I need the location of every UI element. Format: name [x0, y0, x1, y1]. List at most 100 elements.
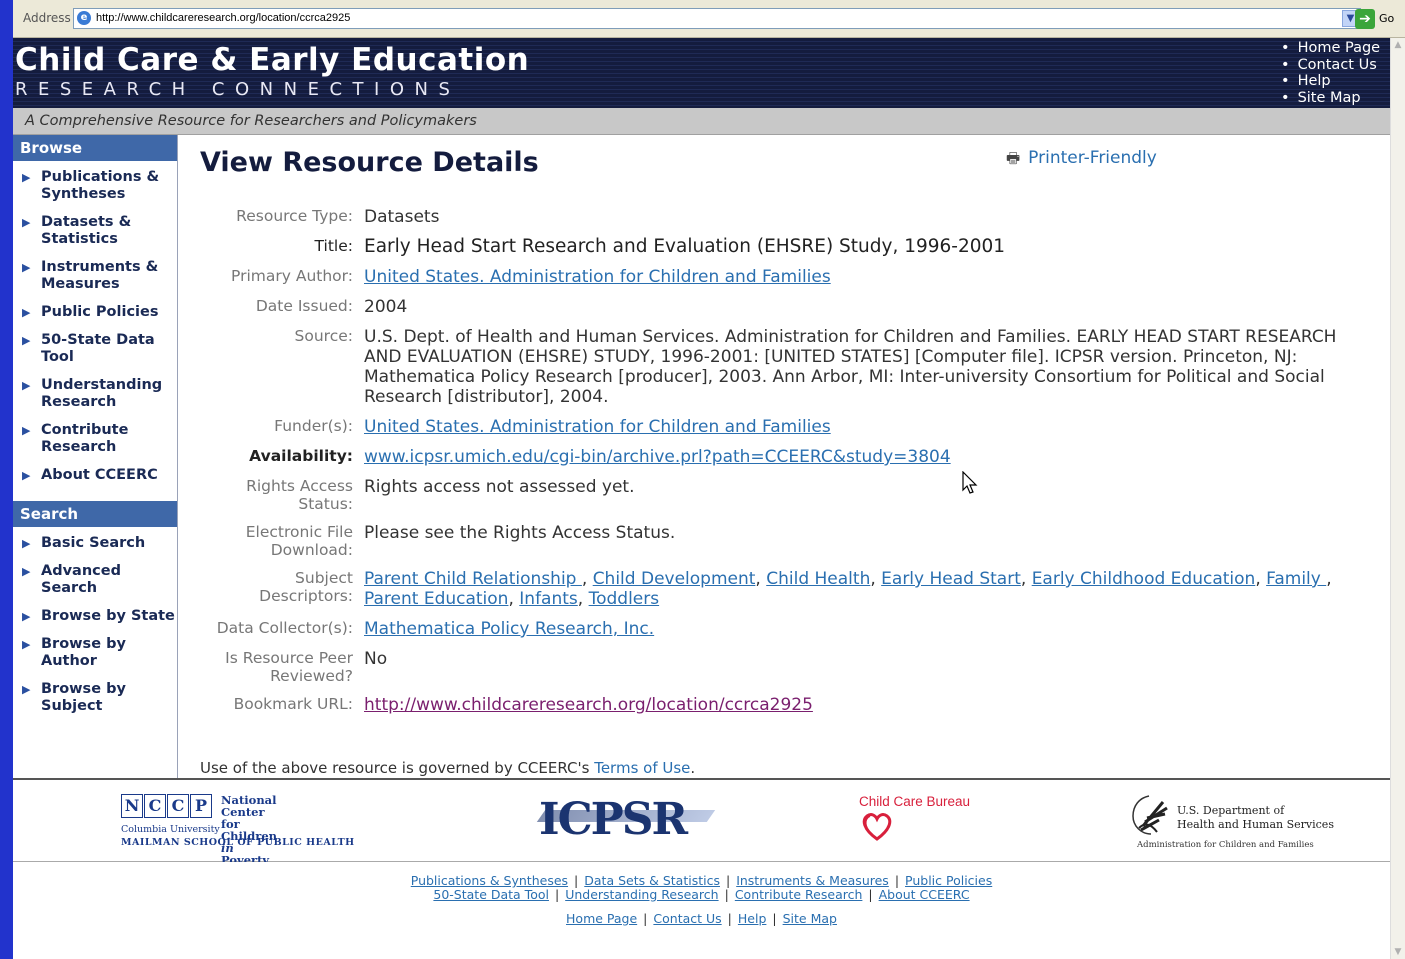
sidebar-item-understanding[interactable]: ▶ Understanding Research — [13, 377, 177, 411]
subject-link[interactable]: Family — [1266, 569, 1326, 589]
footer-link-home[interactable]: Home Page — [566, 911, 637, 926]
subject-link[interactable]: Infants — [519, 589, 578, 609]
top-link-contact[interactable]: Contact Us — [1281, 57, 1380, 74]
address-url: http://www.childcareresearch.org/locatio… — [96, 12, 351, 24]
field-label: Bookmark URL: — [233, 695, 353, 713]
address-input[interactable]: e http://www.childcareresearch.org/locat… — [73, 8, 1361, 29]
field-label: Data Collector(s): — [216, 619, 353, 637]
sidebar-item-browse-state[interactable]: ▶ Browse by State — [13, 608, 177, 625]
sidebar-item-browse-author[interactable]: ▶ Browse by Author — [13, 636, 177, 670]
terms-of-use-link[interactable]: Terms of Use — [594, 759, 690, 777]
browse-heading: Browse — [13, 135, 177, 161]
primary-author-link[interactable]: United States. Administration for Childr… — [364, 267, 831, 287]
top-link-help[interactable]: Help — [1281, 73, 1380, 90]
row-funders: Funder(s): United States. Administration… — [200, 417, 1360, 437]
arrow-right-icon: ▶ — [22, 306, 31, 319]
scroll-up-icon[interactable]: ▲ — [1391, 38, 1405, 52]
vertical-scrollbar[interactable]: ▲ ▼ — [1390, 38, 1405, 959]
footer: Publications & Syntheses | Data Sets & Sta… — [13, 862, 1390, 959]
go-arrow-icon[interactable]: ➔ — [1355, 9, 1375, 29]
sidebar-item-advanced-search[interactable]: ▶ Advanced Search — [13, 563, 177, 597]
footer-link-contact[interactable]: Contact Us — [653, 911, 721, 926]
mouse-cursor-icon — [962, 471, 978, 494]
site-title[interactable]: Child Care & Early Education — [15, 42, 529, 78]
sidebar-item-50-state[interactable]: ▶ 50-State Data Tool — [13, 332, 177, 366]
footer-link-sitemap[interactable]: Site Map — [783, 911, 837, 926]
sidebar-item-publications[interactable]: ▶ Publications & Syntheses — [13, 169, 177, 203]
arrow-right-icon: ▶ — [22, 379, 31, 392]
subject-link[interactable]: Early Head Start — [881, 569, 1021, 589]
field-label: Source: — [294, 327, 353, 345]
subject-link[interactable]: Parent Education — [364, 589, 508, 609]
sidebar-item-about[interactable]: ▶ About CCEERC — [13, 467, 177, 484]
data-collector-link[interactable]: Mathematica Policy Research, Inc. — [364, 619, 654, 639]
nccp-logo[interactable]: NCCP National Center for Children in Pov… — [121, 794, 354, 866]
footer-link-instruments[interactable]: Instruments & Measures — [736, 873, 889, 888]
sidebar-item-policies[interactable]: ▶ Public Policies — [13, 304, 177, 321]
footer-link-contribute[interactable]: Contribute Research — [735, 887, 863, 902]
arrow-right-icon: ▶ — [22, 683, 31, 696]
footer-link-about[interactable]: About CCEERC — [879, 887, 970, 902]
top-link-home[interactable]: Home Page — [1281, 40, 1381, 57]
sidebar-item-datasets[interactable]: ▶ Datasets & Statistics — [13, 214, 177, 248]
footer-link-help[interactable]: Help — [738, 911, 767, 926]
source-text: U.S. Dept. of Health and Human Services.… — [364, 327, 1337, 407]
resource-title: Early Head Start Research and Evaluation… — [364, 236, 1006, 257]
arrow-right-icon: ▶ — [22, 638, 31, 651]
child-care-bureau-logo[interactable]: Child Care Bureau — [859, 794, 970, 841]
subject-list: Parent Child Relationship , Child Develo… — [364, 569, 1332, 609]
subject-link[interactable]: Child Development — [593, 569, 756, 589]
field-value: Please see the Rights Access Status. — [364, 523, 676, 543]
sidebar-item-browse-subject[interactable]: ▶ Browse by Subject — [13, 681, 177, 715]
sidebar: Browse ▶ Publications & Syntheses ▶ Datase… — [13, 135, 178, 778]
field-label: Primary Author: — [231, 267, 353, 285]
arrow-right-icon: ▶ — [22, 469, 31, 482]
footer-link-50-state[interactable]: 50-State Data Tool — [433, 887, 549, 902]
footer-link-publications[interactable]: Publications & Syntheses — [411, 873, 568, 888]
printer-friendly-link[interactable]: 🖶 Printer-Friendly — [1006, 148, 1157, 173]
sidebar-item-contribute[interactable]: ▶ Contribute Research — [13, 422, 177, 456]
main-content: View Resource Details 🖶 Printer-Friendly … — [178, 135, 1390, 778]
footer-link-datasets[interactable]: Data Sets & Statistics — [584, 873, 720, 888]
site-subtitle: RESEARCH CONNECTIONS — [15, 79, 461, 100]
top-link-sitemap[interactable]: Site Map — [1281, 90, 1380, 107]
sidebar-item-basic-search[interactable]: ▶ Basic Search — [13, 535, 177, 552]
arrow-right-icon: ▶ — [22, 610, 31, 623]
availability-link[interactable]: www.icpsr.umich.edu/cgi-bin/archive.prl?… — [364, 447, 951, 467]
subject-link[interactable]: Early Childhood Education — [1032, 569, 1256, 589]
field-label: Electronic File Download: — [245, 523, 353, 559]
resource-details: Resource Type: Datasets Title: Early Hea… — [200, 207, 1360, 725]
terms-notice: Use of the above resource is governed by… — [200, 759, 696, 777]
bookmark-url-link[interactable]: http://www.childcareresearch.org/locatio… — [364, 695, 813, 715]
field-value: 2004 — [364, 297, 408, 317]
footer-link-understanding[interactable]: Understanding Research — [565, 887, 718, 902]
field-label: Resource Type: — [236, 207, 353, 225]
arrow-right-icon: ▶ — [22, 334, 31, 347]
field-value: Rights access not assessed yet. — [364, 477, 635, 497]
scroll-down-icon[interactable]: ▼ — [1391, 945, 1405, 959]
funder-link[interactable]: United States. Administration for Childr… — [364, 417, 831, 437]
row-peer-reviewed: Is Resource Peer Reviewed? No — [200, 649, 1360, 685]
arrow-right-icon: ▶ — [22, 537, 31, 550]
tagline-bar: A Comprehensive Resource for Researchers… — [13, 108, 1390, 135]
search-list: ▶ Basic Search ▶ Advanced Search ▶ Browse b… — [13, 527, 177, 732]
footer-link-policies[interactable]: Public Policies — [905, 873, 992, 888]
row-availability: Availability: www.icpsr.umich.edu/cgi-bi… — [200, 447, 1360, 467]
field-value: Datasets — [364, 207, 440, 227]
subject-link[interactable]: Parent Child Relationship — [364, 569, 582, 589]
subject-link[interactable]: Child Health — [766, 569, 870, 589]
field-label: Rights Access Status: — [246, 477, 353, 513]
row-subjects: Subject Descriptors: Parent Child Relati… — [200, 569, 1360, 609]
sidebar-item-instruments[interactable]: ▶ Instruments & Measures — [13, 259, 177, 293]
row-bookmark-url: Bookmark URL: http://www.childcareresear… — [200, 695, 1360, 715]
icpsr-logo[interactable]: ICPSR — [539, 794, 688, 845]
field-value: No — [364, 649, 388, 669]
field-label: Subject Descriptors: — [259, 569, 353, 605]
row-rights-access: Rights Access Status: Rights access not … — [200, 477, 1360, 513]
tagline: A Comprehensive Resource for Researchers… — [25, 113, 477, 129]
top-links: Home Page Contact Us Help Site Map — [1281, 40, 1381, 107]
subject-link[interactable]: Toddlers — [589, 589, 660, 609]
page-title: View Resource Details — [200, 147, 539, 178]
row-resource-type: Resource Type: Datasets — [200, 207, 1360, 227]
go-button[interactable]: Go — [1379, 12, 1394, 25]
